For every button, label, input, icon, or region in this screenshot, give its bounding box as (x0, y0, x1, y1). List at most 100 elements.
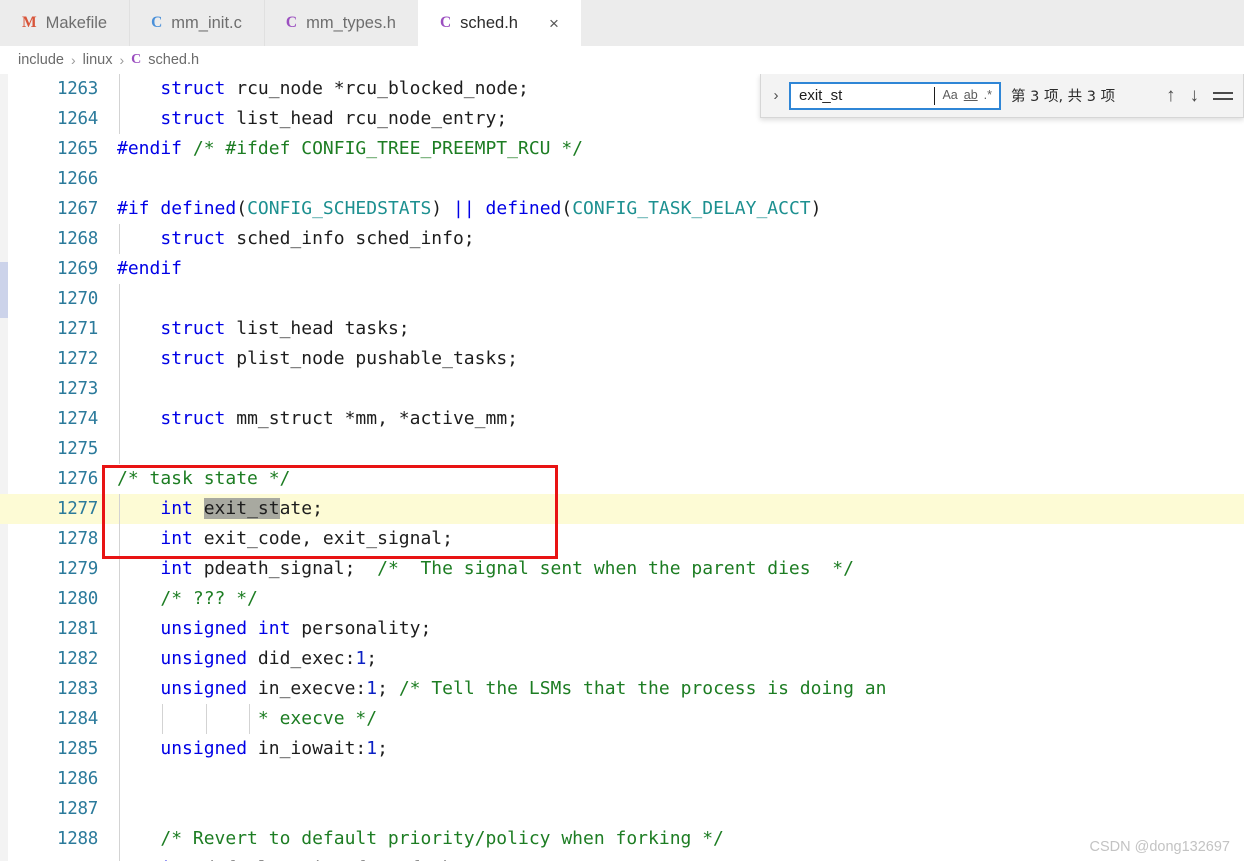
find-widget[interactable]: › exit_st Aa ab .* 第 3 项, 共 3 项 ↑ ↓ (760, 74, 1244, 118)
code-token: rcu_node *rcu_blocked_node; (225, 78, 529, 99)
code-text: unsigned in_iowait:1; (117, 734, 1244, 764)
code-text: unsigned did_exec:1; (117, 644, 1244, 674)
code-token: 1 (355, 648, 367, 669)
code-token: ; (377, 738, 388, 759)
code-line[interactable]: 1266 (0, 164, 1244, 194)
indent-guide (119, 284, 120, 314)
breadcrumb-separator-icon: › (119, 52, 125, 68)
tab-makefile[interactable]: M Makefile (0, 0, 130, 46)
code-line[interactable]: 1265 #endif /* #ifdef CONFIG_TREE_PREEMPT… (0, 134, 1244, 164)
code-line[interactable]: 1287 (0, 794, 1244, 824)
search-match-highlight: exit_st (203, 498, 280, 519)
code-line[interactable]: 1273 (0, 374, 1244, 404)
match-case-icon[interactable]: Aa (939, 89, 960, 102)
previous-match-icon[interactable]: ↑ (1166, 86, 1176, 105)
code-token: unsigned (160, 678, 248, 699)
code-line[interactable]: 1278 int exit_code, exit_signal; (0, 524, 1244, 554)
breadcrumb-item-include[interactable]: include (18, 52, 64, 68)
code-content[interactable]: 1263 struct rcu_node *rcu_blocked_node; 1… (0, 74, 1244, 861)
code-line[interactable]: 1283 unsigned in_execve:1; /* Tell the L… (0, 674, 1244, 704)
tab-sched-h[interactable]: Csched.h × (417, 0, 581, 46)
code-line[interactable]: 1286 (0, 764, 1244, 794)
h-file-icon: C (439, 14, 452, 31)
code-token: personality; (290, 618, 432, 639)
code-token: CONFIG_SCHEDSTATS (247, 198, 432, 219)
code-token: int (160, 498, 193, 519)
code-text: int pdeath_signal; /* The signal sent wh… (117, 554, 1244, 584)
code-line[interactable]: 1275 (0, 434, 1244, 464)
code-token: ( (561, 198, 573, 219)
line-number: 1271 (57, 319, 98, 339)
code-token: /* The signal sent when the parent dies … (377, 558, 854, 579)
tab-mm-init-c[interactable]: Cmm_init.c (129, 0, 264, 46)
code-line[interactable]: 1268 struct sched_info sched_info; (0, 224, 1244, 254)
next-match-icon[interactable]: ↓ (1190, 86, 1200, 105)
code-line[interactable]: 1280 /* ??? */ (0, 584, 1244, 614)
code-line[interactable]: 1289 int default_prio_after_fork; (0, 854, 1244, 861)
find-result-count: 第 3 项, 共 3 项 (1011, 89, 1116, 105)
code-token: /* Tell the LSMs that the process is doi… (398, 678, 887, 699)
code-text: #endif (117, 254, 1244, 284)
code-token: struct (160, 408, 226, 429)
code-line[interactable]: 1276 /* task state */ (0, 464, 1244, 494)
line-number: 1289 (0, 854, 98, 861)
find-in-selection-icon[interactable] (1213, 88, 1233, 104)
line-number: 1280 (57, 589, 98, 609)
find-expand-toggle-icon[interactable]: › (763, 87, 789, 104)
close-icon[interactable]: × (549, 15, 559, 32)
tab-mm-types-h[interactable]: Cmm_types.h (263, 0, 418, 46)
find-input[interactable]: exit_st (799, 87, 934, 104)
code-line[interactable]: 1270 (0, 284, 1244, 314)
code-token: in_execve: (247, 678, 367, 699)
code-line[interactable]: 1284 * execve */ (0, 704, 1244, 734)
breadcrumb-item-sched-h[interactable]: sched.h (148, 52, 199, 68)
code-line[interactable]: 1288 /* Revert to default priority/polic… (0, 824, 1244, 854)
code-token: struct (160, 318, 226, 339)
line-number: 1264 (57, 109, 98, 129)
breadcrumb-item-linux[interactable]: linux (83, 52, 113, 68)
code-line[interactable]: 1282 unsigned did_exec:1; (0, 644, 1244, 674)
code-text: unsigned in_execve:1; /* Tell the LSMs t… (117, 674, 1244, 704)
code-text: int default_prio_after_fork; (117, 854, 1244, 861)
code-token: * execve */ (257, 708, 378, 729)
line-number: 1275 (57, 439, 98, 459)
code-text: /* ??? */ (117, 584, 1244, 614)
code-text: /* Revert to default priority/policy whe… (117, 824, 1244, 854)
find-input-wrapper[interactable]: exit_st Aa ab .* (789, 81, 1001, 110)
whole-word-icon[interactable]: ab (961, 89, 981, 102)
code-line[interactable]: 1279 int pdeath_signal; /* The signal se… (0, 554, 1244, 584)
code-text: #endif /* #ifdef CONFIG_TREE_PREEMPT_RCU… (117, 134, 1244, 164)
watermark: CSDN @dong132697 (1089, 839, 1230, 855)
breadcrumb-separator-icon: › (70, 52, 76, 68)
line-number: 1285 (57, 739, 98, 759)
regex-icon[interactable]: .* (981, 89, 995, 102)
editor-area[interactable]: 1263 struct rcu_node *rcu_blocked_node; 1… (0, 74, 1244, 861)
code-line[interactable]: 1281 unsigned int personality; (0, 614, 1244, 644)
code-line[interactable]: 1269 #endif (0, 254, 1244, 284)
breadcrumb: include › linux › Csched.h (0, 46, 1244, 74)
code-token: #endif (117, 258, 183, 279)
code-line[interactable]: 1277 int exit_state; (0, 494, 1244, 524)
code-line[interactable]: 1271 struct list_head tasks; (0, 314, 1244, 344)
tab-label: sched.h (460, 13, 518, 32)
line-number: 1281 (57, 619, 98, 639)
code-text: struct mm_struct *mm, *active_mm; (117, 404, 1244, 434)
line-number: 1273 (57, 379, 98, 399)
code-token: defined (485, 198, 562, 219)
code-line[interactable]: 1285 unsigned in_iowait:1; (0, 734, 1244, 764)
indent-guide (119, 374, 120, 404)
tab-label: mm_init.c (171, 13, 242, 32)
indent-guide (119, 434, 120, 464)
code-line[interactable]: 1267 #if defined(CONFIG_SCHEDSTATS) || de… (0, 194, 1244, 224)
code-line[interactable]: 1272 struct plist_node pushable_tasks; (0, 344, 1244, 374)
find-navigation: ↑ ↓ (1166, 86, 1243, 105)
code-line[interactable]: 1274 struct mm_struct *mm, *active_mm; (0, 404, 1244, 434)
